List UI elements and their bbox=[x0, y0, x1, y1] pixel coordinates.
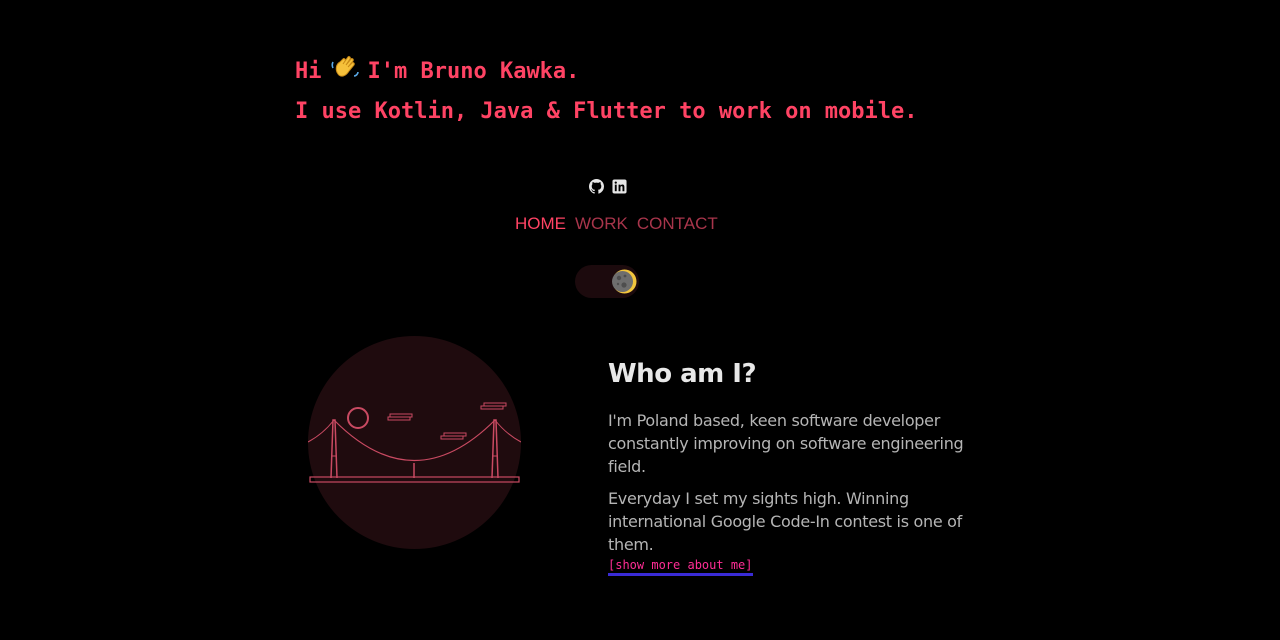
waving-hand-icon bbox=[330, 56, 359, 77]
theme-toggle[interactable] bbox=[575, 265, 639, 298]
hero-name: I'm Bruno Kawka. bbox=[367, 59, 580, 84]
hero-hi: Hi bbox=[295, 59, 322, 84]
about-section: Who am I? I'm Poland based, keen softwar… bbox=[608, 356, 988, 576]
social-links bbox=[589, 179, 627, 194]
about-paragraph-1: I'm Poland based, keen software develope… bbox=[608, 411, 964, 476]
hero-heading: Hi I'm Bruno Kawka. I use Kotlin, Java &… bbox=[295, 52, 918, 132]
nav-home-link[interactable]: HOME bbox=[515, 213, 566, 235]
linkedin-icon[interactable] bbox=[612, 179, 627, 194]
nav-work-link[interactable]: WORK bbox=[575, 213, 628, 235]
moon-icon bbox=[612, 269, 637, 294]
hero-tagline: I use Kotlin, Java & Flutter to work on … bbox=[295, 99, 918, 124]
main-nav: HOME WORK CONTACT bbox=[515, 213, 718, 235]
github-icon[interactable] bbox=[589, 179, 604, 194]
bridge-illustration bbox=[308, 336, 521, 549]
about-paragraph-2: Everyday I set my sights high. Winning i… bbox=[608, 489, 963, 554]
about-title: Who am I? bbox=[608, 359, 757, 389]
nav-contact-link[interactable]: CONTACT bbox=[637, 213, 718, 235]
hero-greeting-line: Hi I'm Bruno Kawka. bbox=[295, 52, 918, 92]
show-more-about-link[interactable]: [show more about me] bbox=[608, 557, 753, 576]
